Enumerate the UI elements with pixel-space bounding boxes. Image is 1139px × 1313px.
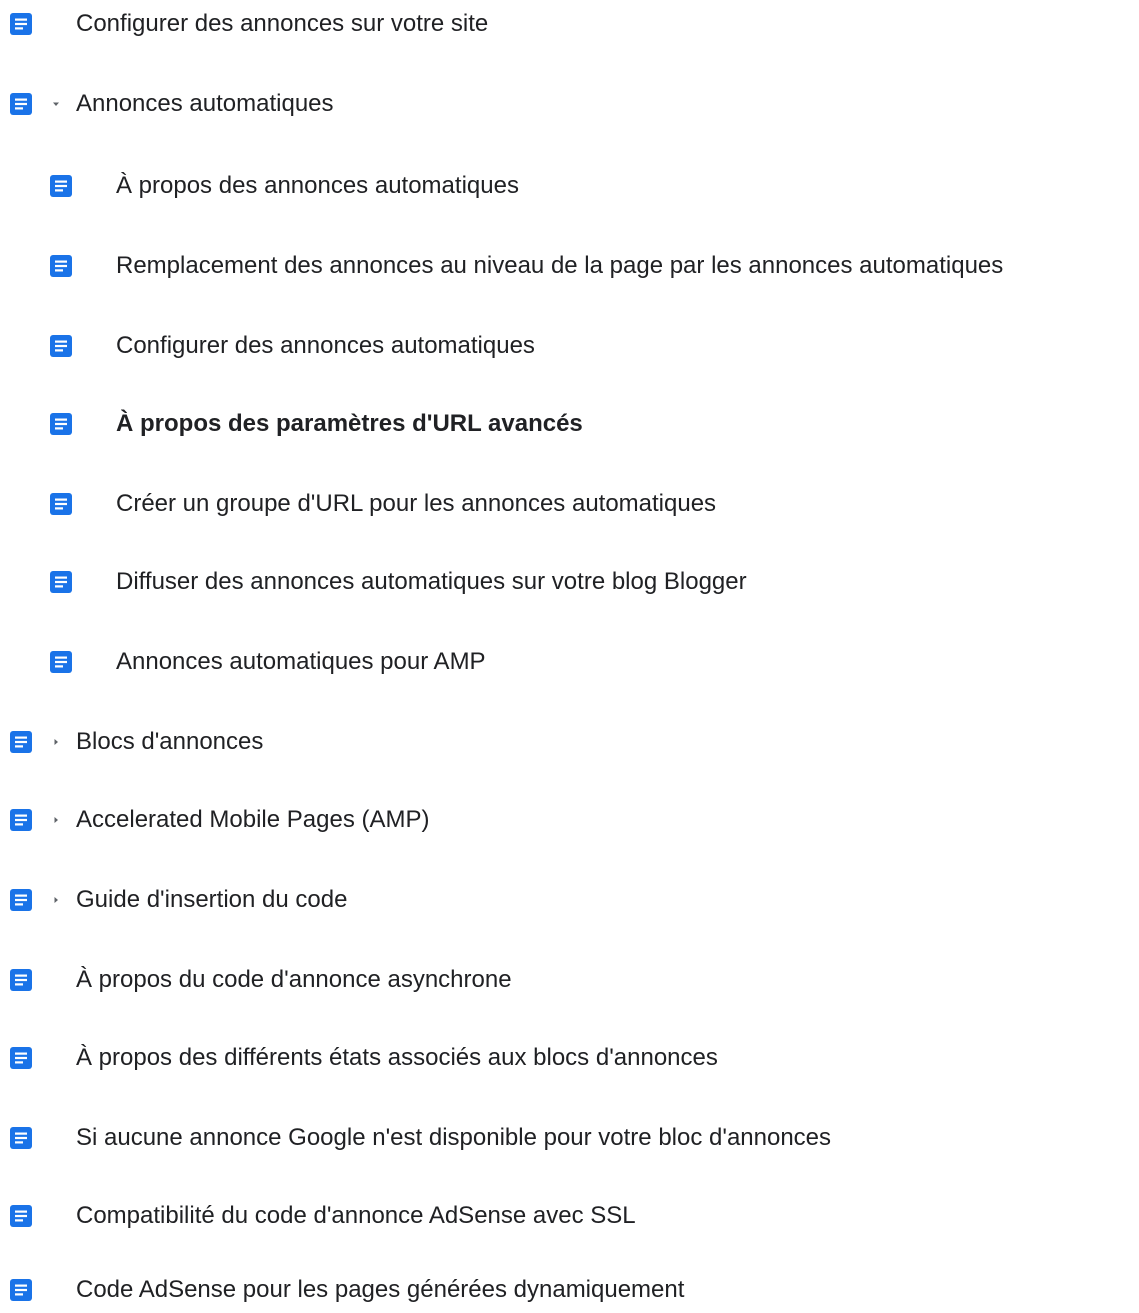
document-icon <box>9 1204 33 1228</box>
nav-item-label: Code AdSense pour les pages générées dyn… <box>76 1276 685 1303</box>
document-icon <box>49 492 73 516</box>
document-icon <box>9 12 33 36</box>
document-icon <box>9 730 33 754</box>
nav-item-label: Configurer des annonces sur votre site <box>76 10 489 37</box>
nav-item-label: Remplacement des annonces au niveau de l… <box>116 252 1004 279</box>
nav-item-label: À propos du code d'annonce asynchrone <box>76 966 512 993</box>
nav-item-label: Créer un groupe d'URL pour les annonces … <box>116 490 717 517</box>
document-icon <box>9 968 33 992</box>
document-icon <box>49 334 73 358</box>
document-icon <box>9 888 33 912</box>
nav-item-label: Diffuser des annonces automatiques sur v… <box>116 568 747 595</box>
nav-item-label: À propos des annonces automatiques <box>116 172 519 199</box>
document-icon <box>49 650 73 674</box>
caret-right-icon[interactable] <box>50 736 62 748</box>
document-icon <box>49 254 73 278</box>
nav-item-label: Annonces automatiques <box>76 90 334 117</box>
document-icon <box>49 174 73 198</box>
nav-item-label-selected: À propos des paramètres d'URL avancés <box>116 410 583 437</box>
caret-down-icon[interactable] <box>50 98 62 110</box>
caret-right-icon[interactable] <box>50 814 62 826</box>
nav-item-label: Compatibilité du code d'annonce AdSense … <box>76 1202 636 1229</box>
document-icon <box>9 92 33 116</box>
document-icon <box>9 1278 33 1302</box>
caret-right-icon[interactable] <box>50 894 62 906</box>
document-icon <box>9 808 33 832</box>
nav-item-label: Guide d'insertion du code <box>76 886 348 913</box>
document-icon <box>9 1046 33 1070</box>
nav-item-label: Accelerated Mobile Pages (AMP) <box>76 806 430 833</box>
nav-item-label: Blocs d'annonces <box>76 728 264 755</box>
document-icon <box>9 1126 33 1150</box>
nav-item-label: Configurer des annonces automatiques <box>116 332 535 359</box>
document-icon <box>49 412 73 436</box>
nav-item-label: Si aucune annonce Google n'est disponibl… <box>76 1124 832 1151</box>
nav-item-label: À propos des différents états associés a… <box>76 1044 718 1071</box>
document-icon <box>49 570 73 594</box>
nav-item-label: Annonces automatiques pour AMP <box>116 648 486 675</box>
